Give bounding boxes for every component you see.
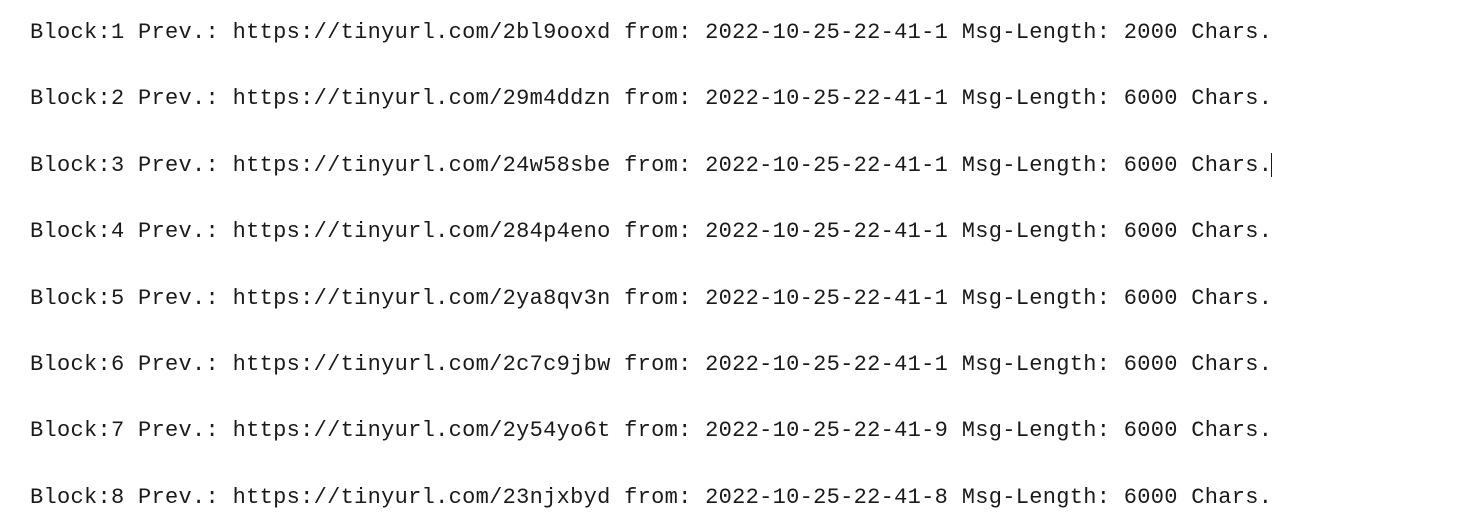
from-label: from: <box>611 286 706 311</box>
chars-label: Chars. <box>1178 86 1273 111</box>
log-row: Block:7 Prev.: https://tinyurl.com/2y54y… <box>30 418 1454 444</box>
from-timestamp: 2022-10-25-22-41-1 <box>705 20 948 45</box>
chars-label: Chars. <box>1178 153 1273 178</box>
log-container: Block:1 Prev.: https://tinyurl.com/2bl9o… <box>30 20 1454 511</box>
block-label: Block: <box>30 418 111 443</box>
chars-label: Chars. <box>1178 352 1273 377</box>
from-timestamp: 2022-10-25-22-41-1 <box>705 286 948 311</box>
msglen-label: Msg-Length: <box>948 219 1124 244</box>
msglen-value: 6000 <box>1124 485 1178 510</box>
prev-label: Prev.: <box>125 485 233 510</box>
msglen-label: Msg-Length: <box>948 153 1124 178</box>
prev-url: https://tinyurl.com/2c7c9jbw <box>233 352 611 377</box>
from-timestamp: 2022-10-25-22-41-1 <box>705 86 948 111</box>
chars-label: Chars. <box>1178 219 1273 244</box>
prev-label: Prev.: <box>125 286 233 311</box>
from-timestamp: 2022-10-25-22-41-1 <box>705 153 948 178</box>
prev-label: Prev.: <box>125 352 233 377</box>
prev-url: https://tinyurl.com/2ya8qv3n <box>233 286 611 311</box>
msglen-label: Msg-Length: <box>948 86 1124 111</box>
text-cursor <box>1271 153 1272 177</box>
prev-label: Prev.: <box>125 86 233 111</box>
from-timestamp: 2022-10-25-22-41-1 <box>705 352 948 377</box>
log-row: Block:1 Prev.: https://tinyurl.com/2bl9o… <box>30 20 1454 46</box>
block-label: Block: <box>30 352 111 377</box>
block-number: 4 <box>111 219 125 244</box>
prev-url: https://tinyurl.com/23njxbyd <box>233 485 611 510</box>
log-row: Block:8 Prev.: https://tinyurl.com/23njx… <box>30 485 1454 511</box>
block-number: 1 <box>111 20 125 45</box>
log-row: Block:4 Prev.: https://tinyurl.com/284p4… <box>30 219 1454 245</box>
msglen-value: 6000 <box>1124 219 1178 244</box>
block-number: 2 <box>111 86 125 111</box>
msglen-label: Msg-Length: <box>948 352 1124 377</box>
prev-url: https://tinyurl.com/284p4eno <box>233 219 611 244</box>
prev-label: Prev.: <box>125 418 233 443</box>
chars-label: Chars. <box>1178 418 1273 443</box>
chars-label: Chars. <box>1178 485 1273 510</box>
block-number: 7 <box>111 418 125 443</box>
from-label: from: <box>611 153 706 178</box>
log-row: Block:2 Prev.: https://tinyurl.com/29m4d… <box>30 86 1454 112</box>
from-label: from: <box>611 20 706 45</box>
block-label: Block: <box>30 219 111 244</box>
block-label: Block: <box>30 153 111 178</box>
msglen-value: 6000 <box>1124 153 1178 178</box>
msglen-label: Msg-Length: <box>948 20 1124 45</box>
block-number: 8 <box>111 485 125 510</box>
prev-url: https://tinyurl.com/2bl9ooxd <box>233 20 611 45</box>
block-label: Block: <box>30 86 111 111</box>
block-number: 5 <box>111 286 125 311</box>
block-number: 6 <box>111 352 125 377</box>
from-label: from: <box>611 418 706 443</box>
block-number: 3 <box>111 153 125 178</box>
from-timestamp: 2022-10-25-22-41-1 <box>705 219 948 244</box>
prev-label: Prev.: <box>125 20 233 45</box>
log-row: Block:6 Prev.: https://tinyurl.com/2c7c9… <box>30 352 1454 378</box>
msglen-label: Msg-Length: <box>948 286 1124 311</box>
msglen-value: 6000 <box>1124 352 1178 377</box>
msglen-value: 6000 <box>1124 86 1178 111</box>
from-timestamp: 2022-10-25-22-41-9 <box>705 418 948 443</box>
log-row: Block:5 Prev.: https://tinyurl.com/2ya8q… <box>30 286 1454 312</box>
msglen-label: Msg-Length: <box>948 485 1124 510</box>
msglen-value: 6000 <box>1124 418 1178 443</box>
from-label: from: <box>611 352 706 377</box>
prev-label: Prev.: <box>125 153 233 178</box>
from-label: from: <box>611 219 706 244</box>
prev-url: https://tinyurl.com/2y54yo6t <box>233 418 611 443</box>
block-label: Block: <box>30 20 111 45</box>
log-row: Block:3 Prev.: https://tinyurl.com/24w58… <box>30 153 1454 179</box>
msglen-value: 6000 <box>1124 286 1178 311</box>
from-timestamp: 2022-10-25-22-41-8 <box>705 485 948 510</box>
from-label: from: <box>611 485 706 510</box>
prev-url: https://tinyurl.com/29m4ddzn <box>233 86 611 111</box>
msglen-label: Msg-Length: <box>948 418 1124 443</box>
chars-label: Chars. <box>1178 286 1273 311</box>
prev-url: https://tinyurl.com/24w58sbe <box>233 153 611 178</box>
block-label: Block: <box>30 485 111 510</box>
chars-label: Chars. <box>1178 20 1273 45</box>
msglen-value: 2000 <box>1124 20 1178 45</box>
from-label: from: <box>611 86 706 111</box>
block-label: Block: <box>30 286 111 311</box>
prev-label: Prev.: <box>125 219 233 244</box>
